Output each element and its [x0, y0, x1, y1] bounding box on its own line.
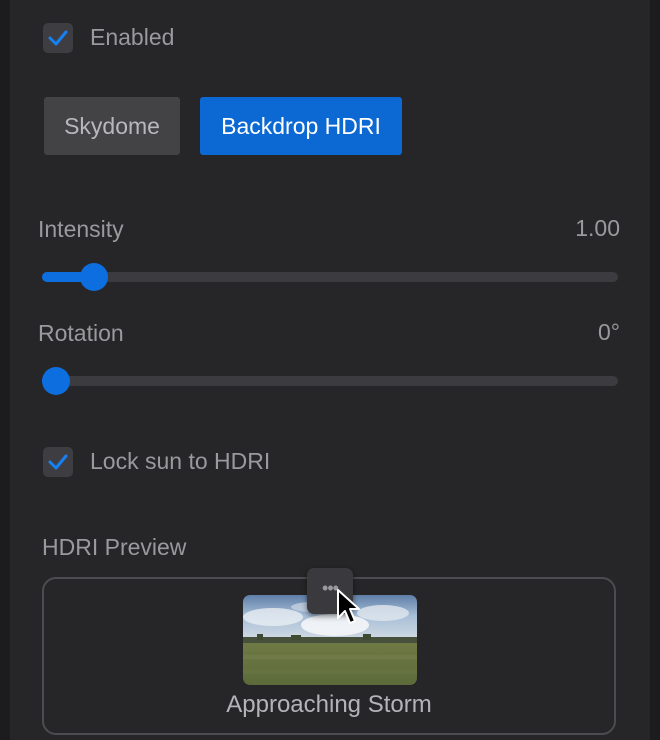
rotation-slider[interactable]: [42, 367, 618, 395]
rotation-value: 0°: [598, 319, 620, 345]
checkmark-icon: [48, 30, 68, 46]
right-edge: [650, 0, 660, 740]
backdrop-hdri-button[interactable]: Backdrop HDRI: [200, 97, 402, 155]
hdri-preview-heading: HDRI Preview: [42, 534, 187, 560]
hdri-name-caption: Approaching Storm: [226, 691, 432, 718]
intensity-label: Intensity: [38, 216, 124, 242]
intensity-value: 1.00: [575, 215, 620, 241]
skydome-button[interactable]: Skydome: [44, 97, 180, 155]
lock-sun-checkbox[interactable]: [43, 447, 73, 477]
rotation-slider-thumb[interactable]: [42, 367, 70, 395]
left-edge: [0, 0, 10, 740]
intensity-slider[interactable]: [42, 263, 618, 291]
enabled-checkbox[interactable]: [43, 23, 73, 53]
checkmark-icon: [48, 454, 68, 470]
lock-sun-label: Lock sun to HDRI: [90, 448, 271, 474]
rotation-label: Rotation: [38, 320, 124, 346]
mouse-pointer-icon: [337, 589, 360, 624]
enabled-label: Enabled: [90, 24, 175, 50]
